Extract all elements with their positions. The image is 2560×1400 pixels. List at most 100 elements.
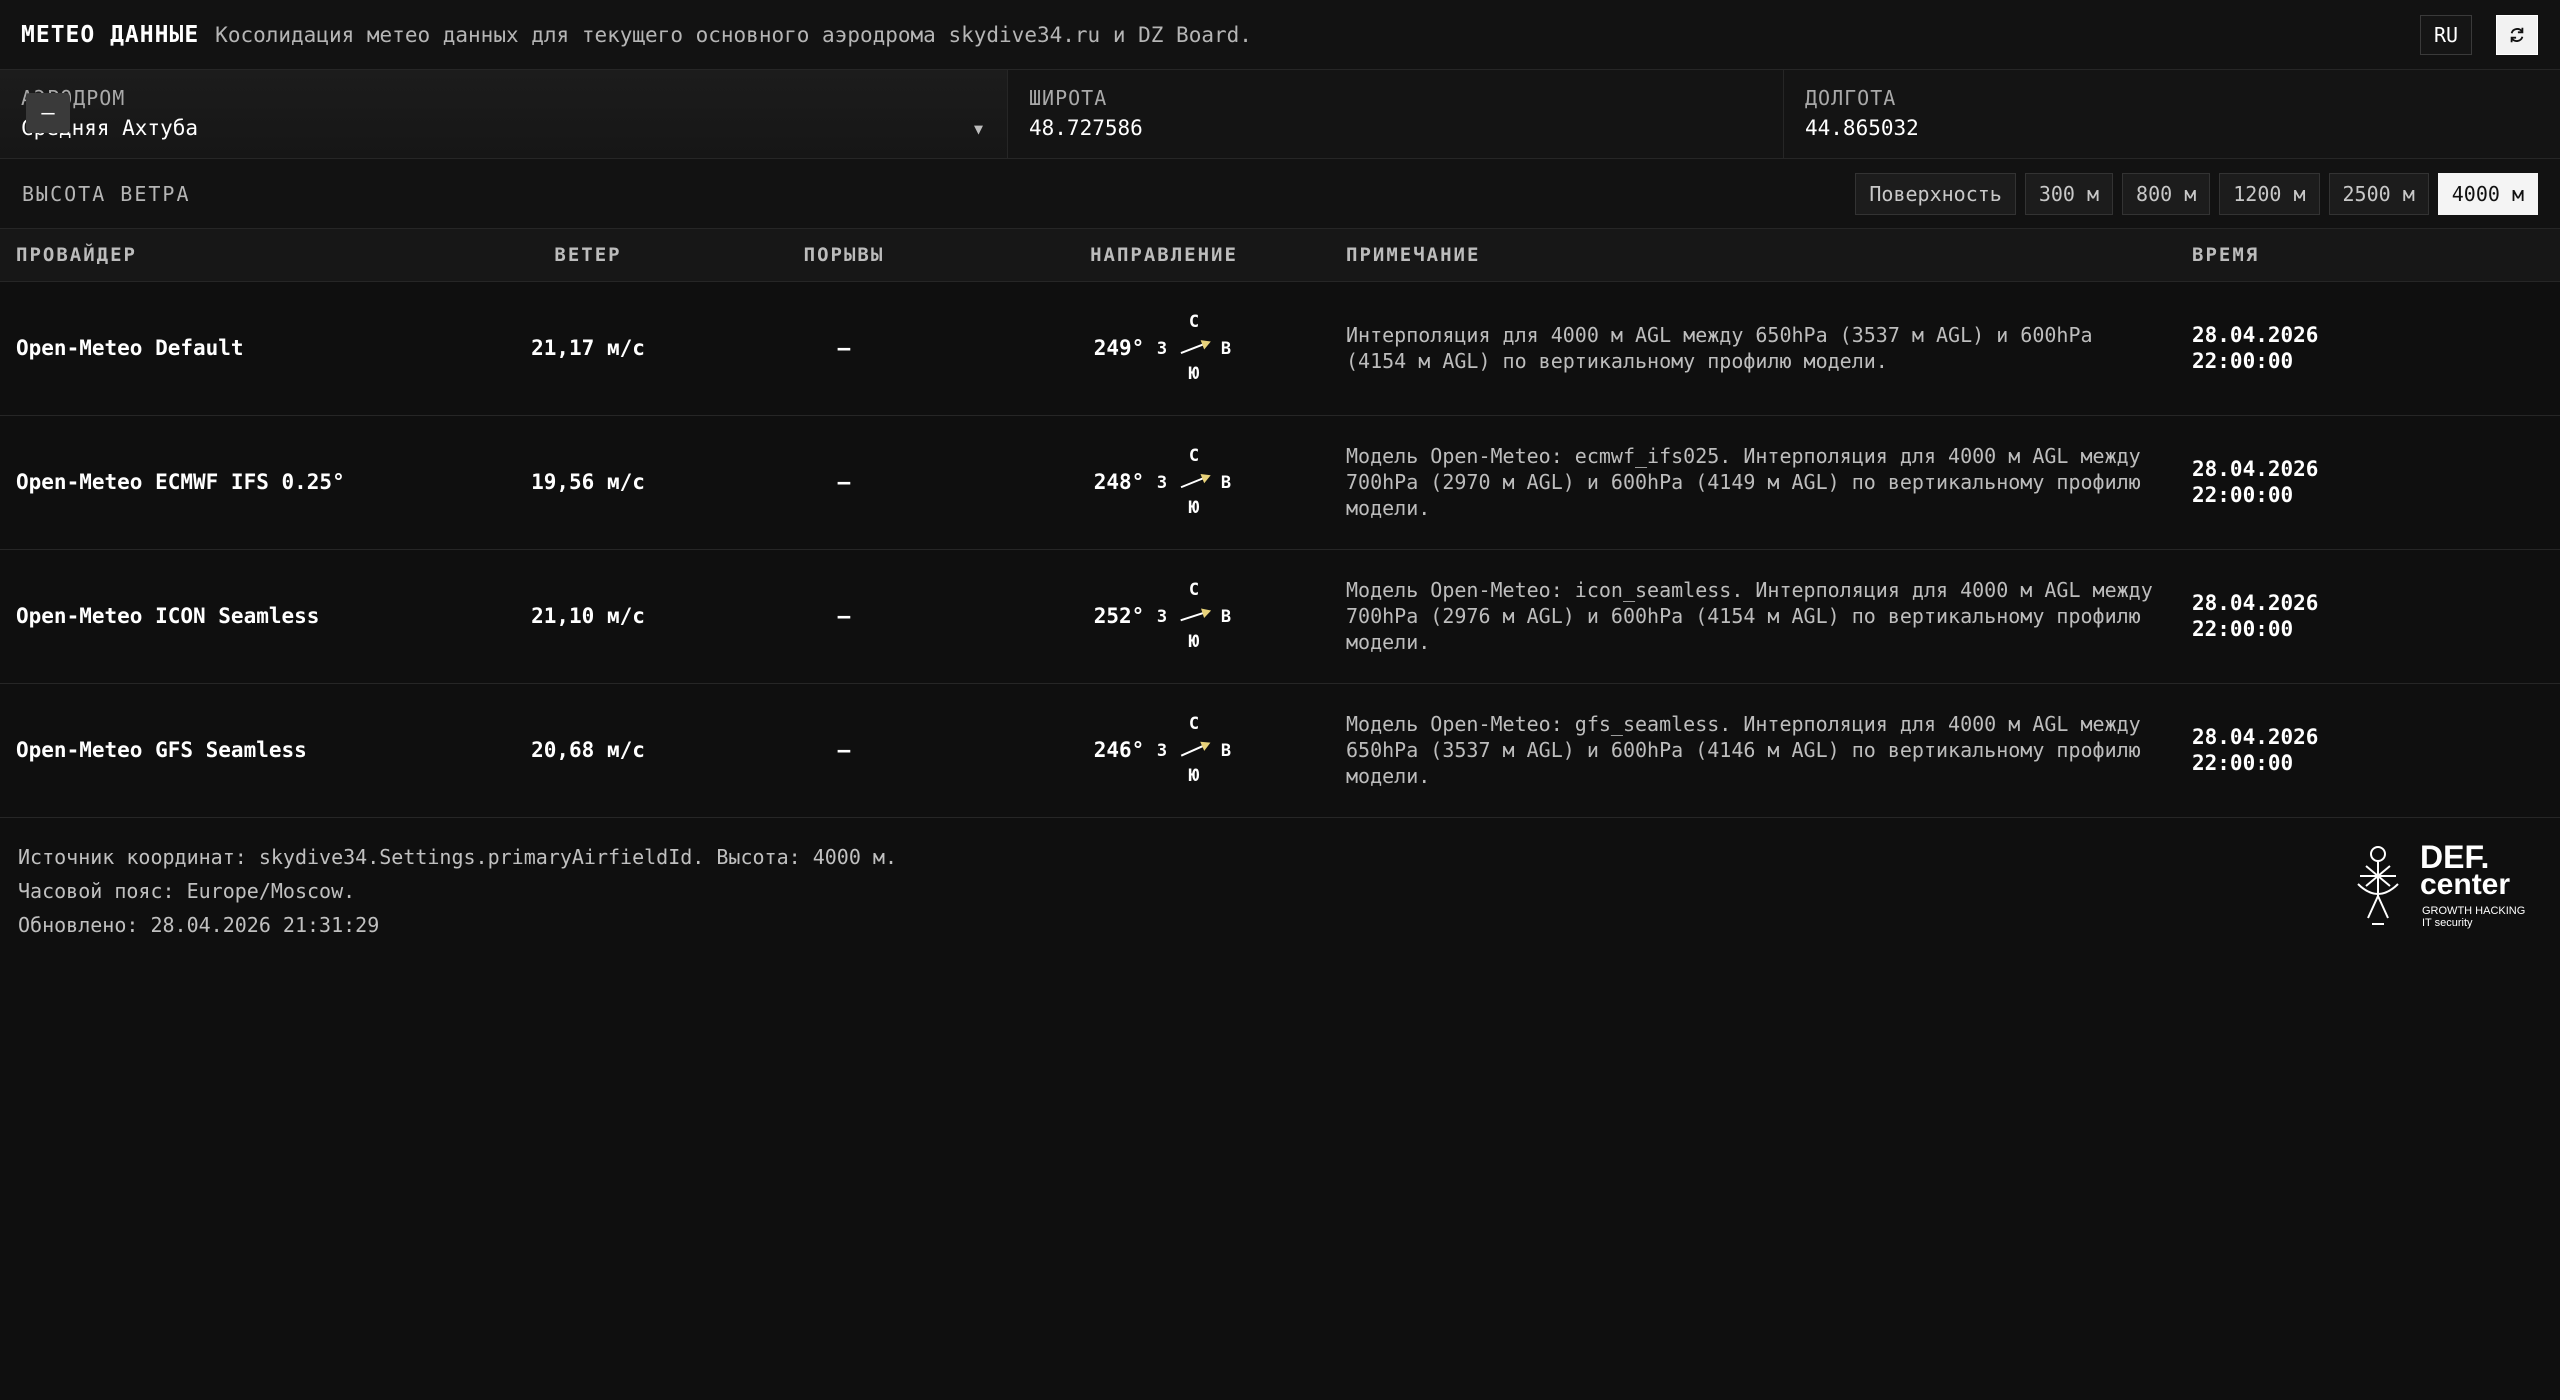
- refresh-button[interactable]: [2496, 15, 2538, 55]
- svg-text:Ю: Ю: [1189, 766, 1200, 785]
- location-fields: АЭРОДРОМ Средняя Ахтуба ▼ ШИРОТА 48.7275…: [0, 70, 2560, 159]
- altitude-option-1200[interactable]: 1200 м: [2219, 172, 2320, 215]
- language-button[interactable]: RU: [2420, 15, 2472, 55]
- def-center-logo: DEF. center GROWTH HACKING IT security: [2357, 839, 2525, 929]
- latitude-label: ШИРОТА: [1029, 86, 1108, 110]
- timestamp-date: 28.04.2026: [2192, 457, 2319, 481]
- direction-degrees: 248°: [1093, 470, 1145, 494]
- svg-text:З: З: [1157, 473, 1167, 493]
- altitude-option-4000[interactable]: 4000 м: [2437, 172, 2538, 215]
- timestamp: 28.04.2026 22:00:00: [2192, 415, 2560, 549]
- provider-name: Open-Meteo ECMWF IFS 0.25°: [16, 470, 345, 494]
- svg-text:В: В: [1221, 339, 1231, 359]
- refresh-icon: [2510, 27, 2524, 43]
- app-header: МЕТЕО ДАННЫЕ Косолидация метео данных дл…: [0, 0, 2560, 70]
- svg-text:В: В: [1221, 741, 1231, 761]
- wind-speed: 21,10 м/с: [531, 604, 645, 628]
- direction-degrees: 246°: [1093, 738, 1145, 762]
- table-row[interactable]: Open-Meteo ICON Seamless 21,10 м/с — 252° С Ю…: [0, 549, 2560, 683]
- timestamp: 28.04.2026 22:00:00: [2192, 683, 2560, 817]
- table-row[interactable]: Open-Meteo Default 21,17 м/с — 249° С Ю З В Инте…: [0, 281, 2560, 415]
- direction-degrees: 249°: [1093, 336, 1145, 360]
- col-direction: НАПРАВЛЕНИЕ: [982, 229, 1346, 282]
- logo-line2: center: [2420, 868, 2510, 901]
- note-text: Модель Open-Meteo: gfs_seamless. Интерпо…: [1346, 712, 2141, 788]
- altitude-label: ВЫСОТА ВЕТРА: [22, 181, 191, 206]
- altitude-options: Поверхность 300 м 800 м 1200 м 2500 м 40…: [1855, 172, 2538, 215]
- col-provider: ПРОВАЙДЕР: [0, 229, 470, 282]
- compass-icon: С Ю З В: [1157, 447, 1231, 517]
- gusts-value: —: [837, 336, 851, 360]
- timestamp: 28.04.2026 22:00:00: [2192, 549, 2560, 683]
- logo-tag1: GROWTH HACKING: [2422, 905, 2525, 917]
- altitude-option-surface[interactable]: Поверхность: [1855, 172, 2016, 215]
- direction-degrees: 252°: [1093, 604, 1145, 628]
- provider-name: Open-Meteo ICON Seamless: [16, 604, 320, 628]
- svg-text:С: С: [1189, 715, 1199, 734]
- note-text: Интерполяция для 4000 м AGL между 650hPa…: [1346, 323, 2093, 373]
- timestamp-date: 28.04.2026: [2192, 323, 2319, 347]
- col-time: ВРЕМЯ: [2192, 229, 2560, 282]
- footer-source: Источник координат: skydive34.Settings.p…: [18, 844, 897, 869]
- wind-arrow: [1180, 340, 1212, 354]
- brand-title: МЕТЕО ДАННЫЕ: [21, 21, 200, 48]
- gusts-value: —: [837, 604, 851, 628]
- svg-text:Ю: Ю: [1189, 364, 1200, 383]
- svg-text:З: З: [1157, 741, 1167, 761]
- footer-updated: Обновлено: 28.04.2026 21:31:29: [18, 912, 380, 937]
- col-wind: ВЕТЕР: [470, 229, 706, 282]
- col-gusts: ПОРЫВЫ: [706, 229, 982, 282]
- direction-cell: 249° С Ю З В: [982, 313, 1346, 383]
- altitude-option-300[interactable]: 300 м: [2024, 172, 2114, 215]
- direction-cell: 252° С Ю З В: [982, 581, 1346, 651]
- svg-text:З: З: [1157, 607, 1167, 627]
- latitude-field[interactable]: ШИРОТА 48.727586: [1008, 70, 1784, 158]
- table-row[interactable]: Open-Meteo ECMWF IFS 0.25° 19,56 м/с — 248°…: [0, 415, 2560, 549]
- wind-speed: 19,56 м/с: [531, 470, 645, 494]
- longitude-label: ДОЛГОТА: [1805, 86, 1897, 110]
- table-header-row: ПРОВАЙДЕР ВЕТЕР ПОРЫВЫ НАПРАВЛЕНИЕ ПРИМЕ…: [0, 229, 2560, 282]
- airfield-value: Средняя Ахтуба: [21, 116, 199, 140]
- logo-tag2: IT security: [2422, 917, 2473, 929]
- note-text: Модель Open-Meteo: ecmwf_ifs025. Интерпо…: [1346, 444, 2141, 520]
- longitude-field[interactable]: ДОЛГОТА 44.865032: [1784, 70, 2560, 158]
- note-text: Модель Open-Meteo: icon_seamless. Интерп…: [1346, 578, 2153, 654]
- wind-arrow: [1180, 608, 1212, 622]
- timestamp: 28.04.2026 22:00:00: [2192, 281, 2560, 415]
- svg-text:В: В: [1221, 607, 1231, 627]
- airfield-select[interactable]: АЭРОДРОМ Средняя Ахтуба ▼: [0, 70, 1008, 158]
- altitude-option-2500[interactable]: 2500 м: [2328, 172, 2429, 215]
- wind-arrow: [1181, 741, 1211, 757]
- gusts-value: —: [837, 738, 851, 762]
- wind-speed: 21,17 м/с: [531, 336, 645, 360]
- altitude-option-800[interactable]: 800 м: [2122, 172, 2211, 215]
- direction-cell: 248° С Ю З В: [982, 447, 1346, 517]
- svg-text:Ю: Ю: [1189, 632, 1200, 651]
- longitude-value: 44.865032: [1805, 116, 1919, 140]
- svg-text:С: С: [1189, 581, 1199, 600]
- timestamp-time: 22:00:00: [2192, 617, 2294, 641]
- compass-icon: С Ю З В: [1157, 581, 1231, 651]
- svg-text:С: С: [1189, 447, 1199, 466]
- collapse-button[interactable]: —: [26, 93, 70, 133]
- direction-cell: 246° С Ю З В: [982, 715, 1346, 785]
- altitude-bar: ВЫСОТА ВЕТРА Поверхность 300 м 800 м 120…: [0, 159, 2560, 229]
- svg-text:С: С: [1189, 313, 1199, 332]
- compass-icon: С Ю З В: [1157, 313, 1231, 383]
- airfield-label: АЭРОДРОМ: [21, 86, 126, 110]
- svg-text:Ю: Ю: [1189, 498, 1200, 517]
- svg-text:З: З: [1157, 339, 1167, 359]
- timestamp-date: 28.04.2026: [2192, 591, 2319, 615]
- provider-name: Open-Meteo Default: [16, 336, 244, 360]
- timestamp-date: 28.04.2026: [2192, 725, 2319, 749]
- chevron-down-icon: ▼: [973, 120, 983, 138]
- latitude-value: 48.727586: [1029, 116, 1143, 140]
- col-note: ПРИМЕЧАНИЕ: [1346, 229, 2192, 282]
- footer-timezone: Часовой пояс: Europe/Moscow.: [18, 878, 356, 903]
- header-subtitle: Косолидация метео данных для текущего ос…: [215, 22, 1252, 47]
- wind-table: ПРОВАЙДЕР ВЕТЕР ПОРЫВЫ НАПРАВЛЕНИЕ ПРИМЕ…: [0, 229, 2560, 818]
- timestamp-time: 22:00:00: [2192, 751, 2294, 775]
- timestamp-time: 22:00:00: [2192, 349, 2294, 373]
- footer: Источник координат: skydive34.Settings.p…: [0, 818, 2560, 964]
- table-row[interactable]: Open-Meteo GFS Seamless 20,68 м/с — 246° С Ю З…: [0, 683, 2560, 817]
